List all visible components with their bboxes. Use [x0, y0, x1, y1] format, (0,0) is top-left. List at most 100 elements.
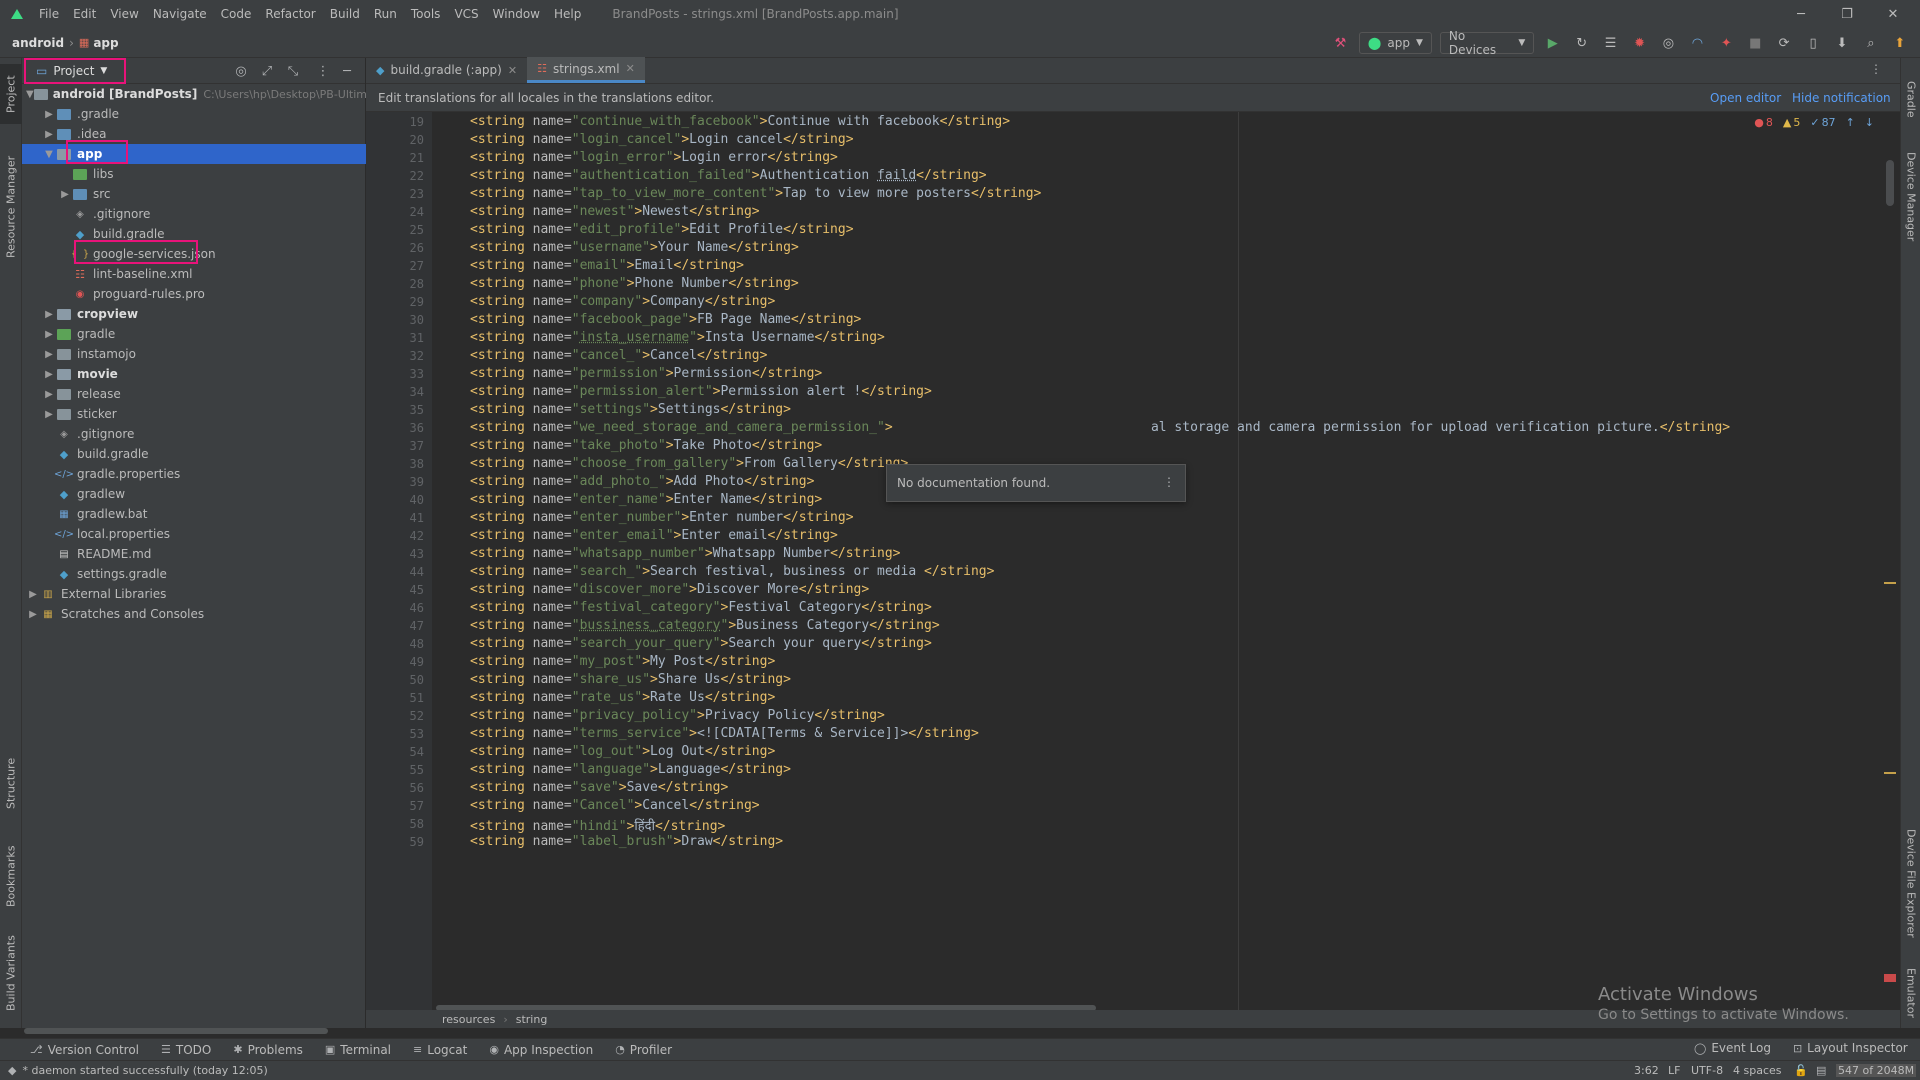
code-line[interactable]: <string name="enter_number">Enter number…: [470, 510, 854, 525]
open-editor-link[interactable]: Open editor: [1710, 91, 1781, 105]
close-window-button[interactable]: ✕: [1870, 0, 1916, 28]
menu-build[interactable]: Build: [323, 7, 367, 21]
breadcrumb-root[interactable]: android: [12, 36, 64, 50]
run-icon[interactable]: ▶: [1542, 32, 1563, 54]
tree-item[interactable]: ◈ .gitignore: [22, 204, 366, 224]
tree-item[interactable]: ☷ lint-baseline.xml: [22, 264, 366, 284]
code-line[interactable]: <string name="tap_to_view_more_content">…: [470, 186, 1041, 201]
chevron-down-icon[interactable]: ▼: [42, 149, 56, 160]
chevron-right-icon[interactable]: ▶: [42, 369, 56, 380]
breadcrumb-module[interactable]: app: [93, 36, 118, 50]
tab-resource-manager[interactable]: Resource Manager: [0, 142, 22, 272]
event-log-button[interactable]: ◯ Event Log: [1694, 1041, 1771, 1055]
tree-item[interactable]: ▼ android [BrandPosts] C:\Users\hp\Desktop…: [22, 84, 389, 104]
code-line[interactable]: <string name="we_need_storage_and_camera…: [470, 420, 1730, 435]
code-line[interactable]: <string name="email">Email</string>: [470, 258, 744, 273]
readonly-icon[interactable]: ▤: [1816, 1064, 1826, 1077]
maximize-button[interactable]: ❐: [1824, 0, 1870, 28]
tree-item[interactable]: ◆ build.gradle: [22, 444, 366, 464]
chevron-right-icon[interactable]: ▶: [58, 189, 72, 200]
code-line[interactable]: <string name="Cancel">Cancel</string>: [470, 798, 760, 813]
hide-panel-icon[interactable]: ─: [338, 62, 356, 80]
status-icon[interactable]: ◆: [8, 1064, 16, 1077]
caret-position[interactable]: 3:62: [1634, 1064, 1659, 1077]
tree-item[interactable]: ▶ .gradle: [22, 104, 366, 124]
code-line[interactable]: <string name="permission">Permission</st…: [470, 366, 822, 381]
tool-terminal-button[interactable]: ▣ Terminal: [325, 1043, 391, 1057]
project-horizontal-scrollbar[interactable]: [24, 1028, 328, 1034]
code-line[interactable]: <string name="cancel_">Cancel</string>: [470, 348, 767, 363]
tree-item[interactable]: ▶ movie: [22, 364, 366, 384]
tree-item[interactable]: ▤ README.md: [22, 544, 366, 564]
code-line[interactable]: <string name="choose_from_gallery">From …: [470, 456, 908, 471]
run-config-select[interactable]: ⬤ app ▼: [1358, 32, 1432, 54]
code-line[interactable]: <string name="company">Company</string>: [470, 294, 775, 309]
tab-bookmarks[interactable]: Bookmarks: [0, 836, 22, 916]
options-icon[interactable]: ⋮: [314, 62, 332, 80]
tab-strings-xml[interactable]: ☷ strings.xml ✕: [527, 57, 645, 83]
chevron-right-icon[interactable]: ▶: [26, 609, 40, 620]
vertical-scrollbar[interactable]: [1886, 160, 1894, 206]
chevron-right-icon[interactable]: ▶: [42, 129, 56, 140]
tree-item[interactable]: ▶ src: [22, 184, 366, 204]
close-icon[interactable]: ✕: [508, 64, 517, 77]
device-manager-icon[interactable]: ▯: [1803, 32, 1824, 54]
tree-item[interactable]: ◆ settings.gradle: [22, 564, 366, 584]
indent-setting[interactable]: 4 spaces: [1733, 1064, 1782, 1077]
tree-item[interactable]: ▶ release: [22, 384, 366, 404]
apply-changes-icon[interactable]: ☰: [1600, 32, 1621, 54]
tab-emulator[interactable]: Emulator: [1901, 958, 1920, 1028]
tab-project[interactable]: Project: [0, 64, 22, 124]
close-icon[interactable]: ✕: [626, 62, 635, 75]
code-line[interactable]: <string name="login_error">Login error</…: [470, 150, 838, 165]
menu-view[interactable]: View: [103, 7, 145, 21]
code-line[interactable]: <string name="festival_category">Festiva…: [470, 600, 932, 615]
tree-item[interactable]: ▶ instamojo: [22, 344, 366, 364]
code-line[interactable]: <string name="share_us">Share Us</string…: [470, 672, 791, 687]
tree-item[interactable]: { } google-services.json: [22, 244, 366, 264]
code-line[interactable]: <string name="log_out">Log Out</string>: [470, 744, 775, 759]
search-icon[interactable]: ⌕: [1860, 32, 1881, 54]
menu-help[interactable]: Help: [547, 7, 588, 21]
tab-structure[interactable]: Structure: [0, 748, 22, 818]
code-line[interactable]: <string name="label_brush">Draw</string>: [470, 834, 783, 849]
code-line[interactable]: <string name="login_cancel">Login cancel…: [470, 132, 854, 147]
code-line[interactable]: <string name="enter_email">Enter email</…: [470, 528, 838, 543]
menu-edit[interactable]: Edit: [66, 7, 103, 21]
chevron-down-icon[interactable]: ▼: [26, 89, 34, 100]
code-line[interactable]: <string name="newest">Newest</string>: [470, 204, 760, 219]
menu-vcs[interactable]: VCS: [447, 7, 485, 21]
code-line[interactable]: <string name="continue_with_facebook">Co…: [470, 114, 1010, 129]
tab-gradle[interactable]: Gradle: [1901, 64, 1920, 134]
rerun-icon[interactable]: ↻: [1571, 32, 1592, 54]
project-view-select[interactable]: ▭ Project ▼: [30, 60, 113, 82]
menu-navigate[interactable]: Navigate: [146, 7, 214, 21]
tab-build-variants[interactable]: Build Variants: [0, 928, 22, 1018]
tree-item[interactable]: ▶ ▦ Scratches and Consoles: [22, 604, 366, 624]
breadcrumb-resources[interactable]: resources: [442, 1013, 495, 1026]
code-line[interactable]: <string name="username">Your Name</strin…: [470, 240, 799, 255]
code-editor[interactable]: 19 20 21 22 23 24 25 26 27 28 29 30 31 32 33 34 35 36 37 38…: [366, 112, 1900, 1010]
code-line[interactable]: <string name="rate_us">Rate Us</string>: [470, 690, 775, 705]
tree-item[interactable]: ▶ gradle: [22, 324, 366, 344]
coverage-icon[interactable]: ◎: [1658, 32, 1679, 54]
menu-refactor[interactable]: Refactor: [258, 7, 322, 21]
popup-options-icon[interactable]: ⋮: [1163, 475, 1175, 489]
menu-tools[interactable]: Tools: [404, 7, 448, 21]
previous-highlight-icon[interactable]: ↑: [1846, 116, 1855, 129]
tree-item[interactable]: ▶ ▥ External Libraries: [22, 584, 366, 604]
hide-notification-link[interactable]: Hide notification: [1792, 91, 1891, 105]
code-line[interactable]: <string name="search_your_query">Search …: [470, 636, 932, 651]
sdk-manager-icon[interactable]: ⬇: [1832, 32, 1853, 54]
code-line[interactable]: <string name="facebook_page">FB Page Nam…: [470, 312, 861, 327]
chevron-right-icon[interactable]: ▶: [42, 329, 56, 340]
tab-build-gradle[interactable]: ◆ build.gradle (:app) ✕: [366, 57, 527, 83]
code-line[interactable]: <string name="privacy_policy">Privacy Po…: [470, 708, 885, 723]
tree-item[interactable]: ▶ .idea: [22, 124, 366, 144]
device-select[interactable]: No Devices ▼: [1439, 29, 1535, 57]
profile-icon[interactable]: ◠: [1687, 32, 1708, 54]
tool-logcat-button[interactable]: ≡ Logcat: [413, 1043, 467, 1057]
minimize-button[interactable]: ─: [1778, 0, 1824, 28]
tool-problems-button[interactable]: ✱ Problems: [233, 1043, 303, 1057]
code-line[interactable]: <string name="language">Language</string…: [470, 762, 791, 777]
